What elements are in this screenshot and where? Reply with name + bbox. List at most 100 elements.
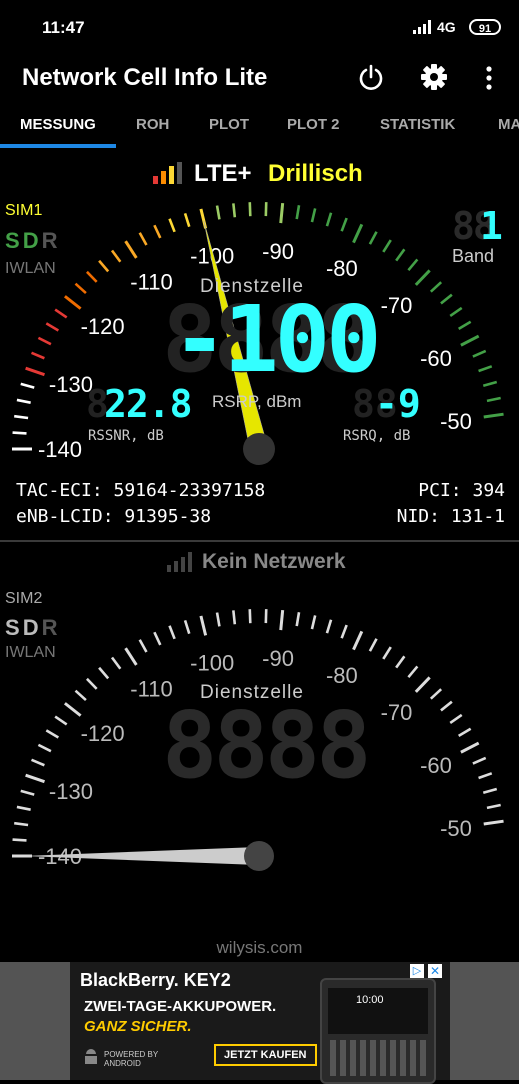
power-icon[interactable] — [357, 64, 385, 92]
sim2-tick — [14, 823, 28, 825]
sim2-tick — [126, 648, 137, 665]
ad-cta-button[interactable]: JETZT KAUFEN — [214, 1044, 317, 1066]
rsrp-scale-label: -60 — [420, 346, 452, 371]
rsrp-tick — [185, 213, 189, 226]
operator-label: Drillisch — [268, 160, 363, 188]
ad-banner[interactable]: BlackBerry. KEY2 ZWEI-TAGE-AKKUPOWER. GA… — [0, 962, 519, 1080]
rsrp-tick — [459, 322, 471, 329]
tab-messung[interactable]: MESSUNG — [20, 116, 96, 133]
sim2-tick — [99, 668, 108, 679]
sim2-tick — [327, 620, 331, 633]
sim2-scale-label: -50 — [440, 816, 472, 841]
rsrp-tick — [281, 203, 283, 223]
rsrp-tick — [87, 272, 97, 282]
active-tab-indicator — [0, 144, 116, 148]
rsrq-label: RSRQ, dB — [343, 428, 410, 444]
footer-credit[interactable]: wilysis.com — [0, 938, 519, 958]
tab-plot[interactable]: PLOT — [209, 116, 249, 133]
ad-choices-icon[interactable]: ▷ — [410, 964, 424, 978]
signal-icon — [413, 20, 433, 34]
sim2-tick — [396, 656, 404, 667]
rsrp-scale-label: -120 — [81, 314, 125, 339]
network-type: 4G — [437, 19, 456, 35]
sim2-tick — [370, 639, 377, 651]
more-vert-icon[interactable] — [482, 64, 496, 92]
rsrp-tick — [370, 232, 377, 244]
pci-label: PCI: — [418, 480, 461, 501]
rsrp-tick — [154, 225, 160, 238]
ad-headline: ZWEI-TAGE-AKKUPOWER. — [84, 998, 276, 1015]
sim2-tick — [353, 631, 361, 649]
sim2-tick — [76, 691, 86, 700]
rsrp-tick — [487, 398, 501, 401]
ad-phone-keyboard — [330, 1040, 426, 1076]
status-bar: 11:47 4G 91 — [0, 0, 519, 52]
rsrp-tick — [441, 295, 452, 304]
sim2-tick — [461, 743, 479, 752]
nid-row: NID: 131-1 — [397, 506, 505, 527]
rsrp-tick — [14, 416, 28, 418]
rsrp-tick — [140, 233, 147, 245]
rsrp-tick — [126, 241, 137, 258]
rsrp-tick — [65, 296, 81, 308]
tab-plot-2[interactable]: PLOT 2 — [287, 116, 340, 133]
sim2-tick — [450, 715, 461, 723]
tab-roh[interactable]: ROH — [136, 116, 169, 133]
rsrp-tick — [99, 261, 108, 272]
rsrp-tick — [342, 218, 347, 231]
rsrp-scale-label: -90 — [262, 239, 294, 264]
ad-phone-time: 10:00 — [356, 994, 384, 1006]
rsrp-tick — [17, 400, 31, 403]
rsrp-tick — [312, 208, 315, 222]
ad-close-icon[interactable]: ✕ — [428, 964, 442, 978]
sim2-tick — [483, 789, 496, 793]
rsrp-label: RSRP, dBm — [212, 392, 301, 412]
sim2-tick — [185, 620, 189, 633]
rsrp-tick — [13, 433, 27, 434]
ad-phone-image: 10:00 — [320, 978, 436, 1084]
sim1-header: LTE+ Drillisch — [0, 158, 519, 194]
sim2-scale-label: -120 — [81, 721, 125, 746]
tac-eci-value: 59164-23397158 — [114, 480, 266, 501]
rsrp-tick — [46, 323, 58, 330]
sim2-tick — [32, 760, 45, 765]
sim2-tick — [87, 679, 97, 689]
rsrp-tick — [233, 203, 234, 217]
pci-row: PCI: 394 — [418, 480, 505, 501]
sim2-tick — [38, 745, 51, 751]
sim2-status: Kein Netzwerk — [202, 550, 346, 574]
sim2-tick — [140, 640, 147, 652]
enb-lcid-label: eNB-LCID: — [16, 506, 114, 527]
sim2-needle-hub — [244, 841, 274, 871]
sim2-tick — [233, 610, 234, 624]
rsrp-tick — [473, 351, 486, 357]
sim2-tick — [416, 677, 430, 691]
tab-more[interactable]: MA — [498, 116, 519, 133]
sim2-scale-label: -70 — [381, 700, 413, 725]
sim2-tick — [26, 775, 45, 782]
app-title: Network Cell Info Lite — [22, 64, 267, 92]
rsrp-tick — [450, 308, 461, 316]
rsrp-tick — [55, 310, 67, 318]
ad-content[interactable]: BlackBerry. KEY2 ZWEI-TAGE-AKKUPOWER. GA… — [70, 962, 450, 1080]
sim2-tick — [484, 821, 504, 824]
sim2-tick — [342, 625, 347, 638]
tab-bar: MESSUNG ROH PLOT PLOT 2 STATISTIK MA — [0, 104, 519, 148]
sim-separator — [0, 540, 519, 542]
rsrp-tick — [431, 282, 441, 291]
ad-brand: BlackBerry. KEY2 — [80, 970, 231, 991]
sim2-scale-label: -90 — [262, 646, 294, 671]
technology-label: LTE+ — [194, 160, 252, 188]
no-signal-icon — [167, 552, 193, 572]
tab-statistik[interactable]: STATISTIK — [380, 116, 455, 133]
ad-powered: POWERED BY ANDROID — [104, 1050, 160, 1068]
gear-icon[interactable] — [420, 63, 448, 91]
pci-value: 394 — [472, 480, 505, 501]
rsrp-tick — [38, 338, 51, 344]
sim2-tick — [281, 610, 283, 630]
app-bar: Network Cell Info Lite — [0, 52, 519, 104]
sim2-tick — [441, 702, 452, 711]
rsrp-tick — [396, 249, 404, 260]
rsrp-tick — [416, 270, 430, 284]
sim2-tick — [479, 773, 492, 778]
